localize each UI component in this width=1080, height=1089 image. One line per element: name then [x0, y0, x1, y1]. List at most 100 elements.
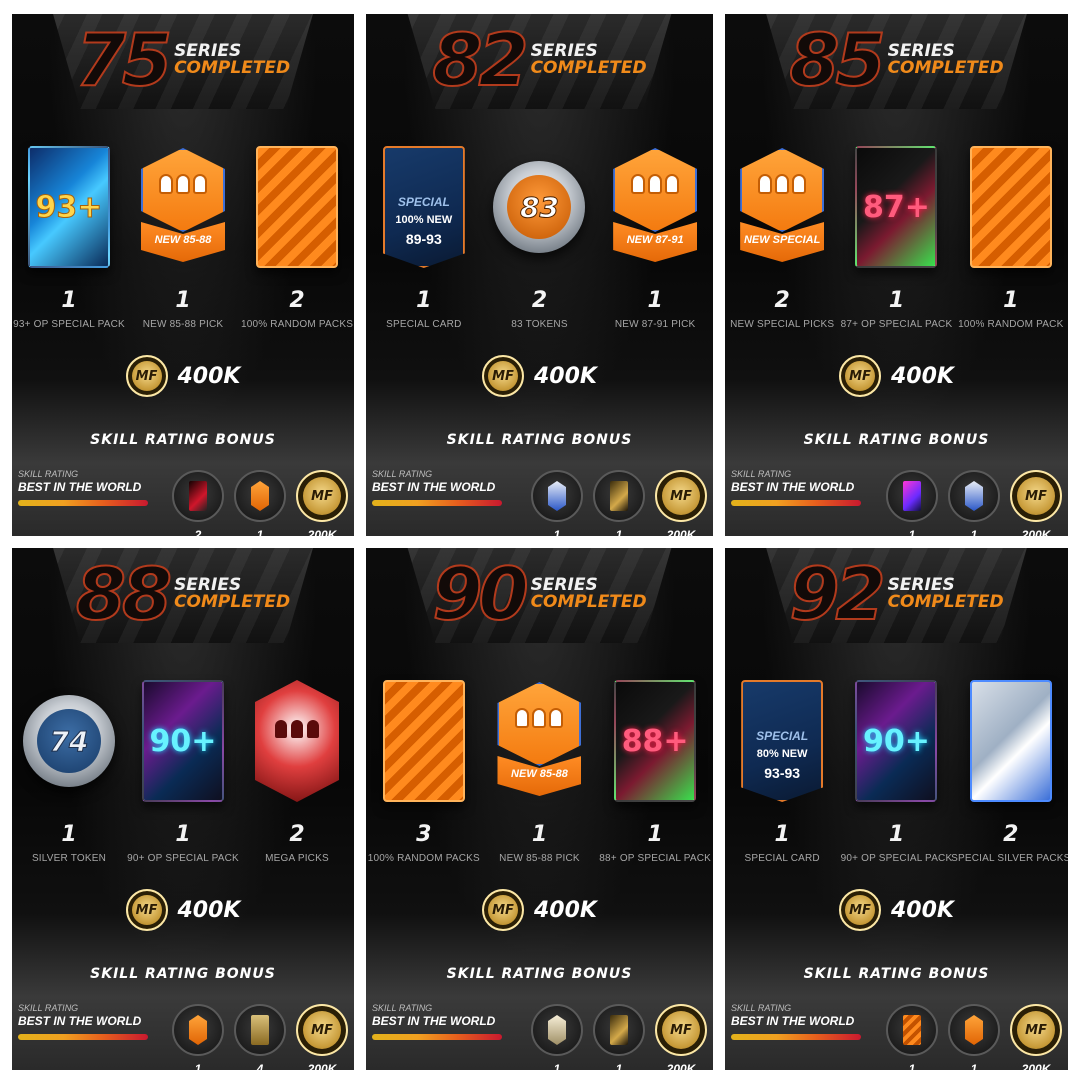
bonus-item[interactable]: 1 — [886, 1004, 938, 1070]
reward-item[interactable]: 90+ 1 90+ OP SPECIAL PACK — [127, 676, 239, 888]
op-special-pack-card: 88+ — [614, 680, 697, 802]
skill-rating-label: SKILL RATING — [372, 469, 433, 479]
skill-bonus-title: SKILL RATING BONUS — [803, 432, 990, 448]
player-pick-hexagon: NEW SPECIAL — [736, 148, 828, 266]
reward-quantity: 2 — [289, 288, 305, 313]
reward-label: 100% RANDOM PACK — [958, 319, 1064, 330]
bonus-item[interactable]: 2 — [172, 470, 224, 536]
gold-card-icon — [593, 1004, 645, 1056]
bonus-items: 1 1 MF 200K — [531, 1004, 707, 1070]
series-number: 90 — [431, 552, 529, 636]
mf-coin-icon: MF — [296, 470, 348, 522]
bonus-item[interactable]: 1 — [593, 470, 645, 536]
gold-card-icon — [593, 470, 645, 522]
reward-item[interactable]: 93+ 1 93+ OP SPECIAL PACK — [13, 142, 125, 354]
bonus-items: 1 1 MF 200K — [886, 1004, 1062, 1070]
special-silver-pack-card — [969, 680, 1052, 802]
reward-item[interactable]: NEW 87-91 1 NEW 87-91 PICK — [600, 142, 711, 354]
series-header: 85 SERIES COMPLETED — [725, 20, 1068, 100]
bonus-quantity: 1 — [553, 1062, 561, 1070]
reward-item[interactable]: 87+ 1 87+ OP SPECIAL PACK — [841, 142, 952, 354]
reward-label: NEW SPECIAL PICKS — [730, 319, 835, 330]
bonus-quantity: 1 — [908, 1062, 916, 1070]
bonus-item[interactable]: 1 — [172, 1004, 224, 1070]
rewards-row: 74 1 SILVER TOKEN 90+ 1 90+ OP SPECIAL P… — [12, 676, 354, 888]
special-card-title: SPECIAL — [756, 729, 809, 744]
bonus-item[interactable]: MF 200K — [1010, 470, 1062, 536]
reward-quantity: 3 — [416, 822, 432, 847]
reward-label: 88+ OP SPECIAL PACK — [599, 853, 712, 864]
reward-label: 90+ OP SPECIAL PACK — [127, 853, 239, 864]
reward-item[interactable]: 90+ 1 90+ OP SPECIAL PACK — [841, 676, 952, 888]
reward-label: 100% RANDOM PACKS — [367, 853, 480, 864]
reward-item[interactable]: SPECIAL 100% NEW 89-93 1 SPECIAL CARD — [368, 142, 479, 354]
mf-coin-icon: MF — [125, 889, 168, 931]
card-rating: 90+ — [149, 724, 217, 760]
reward-item[interactable]: 88+ 1 88+ OP SPECIAL PACK — [599, 676, 712, 888]
coin-amount: 400K — [534, 363, 597, 389]
silver-token-icon: 74 — [23, 695, 115, 787]
bonus-quantity: 1 — [970, 528, 978, 536]
reward-item[interactable]: 74 1 SILVER TOKEN — [14, 676, 123, 888]
bonus-items: 2 1 MF 200K — [172, 470, 348, 536]
bonus-item[interactable]: 1 — [531, 1004, 583, 1070]
reward-label: SILVER TOKEN — [31, 853, 107, 864]
reward-label: 83 TOKENS — [511, 319, 568, 330]
bonus-quantity: 200K — [1021, 528, 1051, 536]
bonus-item[interactable]: 1 — [531, 470, 583, 536]
reward-quantity: 1 — [416, 288, 432, 313]
skill-bonus-title: SKILL RATING BONUS — [803, 966, 990, 982]
bonus-item[interactable]: MF 200K — [296, 470, 348, 536]
skill-rating-value: BEST IN THE WORLD — [372, 480, 496, 494]
bonus-item[interactable]: 1 — [886, 470, 938, 536]
reward-item[interactable]: NEW SPECIAL 2 NEW SPECIAL PICKS — [727, 142, 837, 354]
series-caption: SERIES COMPLETED — [174, 43, 290, 77]
mf-coin-icon: MF — [655, 1004, 707, 1056]
bonus-item[interactable]: 1 — [593, 1004, 645, 1070]
series-caption: SERIES COMPLETED — [888, 43, 1004, 77]
reward-item[interactable]: 1 100% RANDOM PACK — [956, 142, 1066, 354]
series-header: 92 SERIES COMPLETED — [725, 554, 1068, 634]
reward-item[interactable]: 2 100% RANDOM PACKS — [241, 142, 353, 354]
coin-reward: MF 400K — [366, 886, 713, 934]
bonus-item[interactable]: MF 200K — [296, 1004, 348, 1070]
skill-rating-value: BEST IN THE WORLD — [18, 480, 142, 494]
reward-panel-88: 88 SERIES COMPLETED 74 1 SILVER TOKEN 90… — [12, 548, 354, 1070]
skill-rating-value: BEST IN THE WORLD — [18, 1014, 142, 1028]
skill-bonus-title: SKILL RATING BONUS — [90, 966, 276, 982]
bonus-item[interactable]: 4 — [234, 1004, 286, 1070]
special-card: SPECIAL 100% NEW 89-93 — [382, 146, 465, 268]
reward-item[interactable]: NEW 85-88 1 NEW 85-88 PICK — [128, 142, 237, 354]
pick-range: NEW 87-91 — [626, 234, 684, 246]
reward-item[interactable]: 83 2 83 TOKENS — [484, 142, 595, 354]
pick-range: NEW SPECIAL — [743, 234, 821, 246]
reward-panel-92: 92 SERIES COMPLETED SPECIAL 80% NEW 93-9… — [725, 548, 1068, 1070]
reward-label: NEW 85-88 PICK — [499, 853, 580, 864]
reward-label: NEW 87-91 PICK — [614, 319, 696, 330]
reward-quantity: 1 — [61, 822, 77, 847]
reward-item[interactable]: 2 SPECIAL SILVER PACKS — [951, 676, 1068, 888]
reward-label: SPECIAL CARD — [744, 853, 820, 864]
reward-item[interactable]: 2 MEGA PICKS — [242, 676, 351, 888]
rewards-row: 3 100% RANDOM PACKS NEW 85-88 1 NEW 85-8… — [366, 676, 713, 888]
card-rating: 90+ — [863, 724, 930, 760]
bonus-items: 1 1 MF 200K — [531, 470, 707, 536]
reward-item[interactable]: NEW 85-88 1 NEW 85-88 PICK — [484, 676, 595, 888]
bonus-item[interactable]: 1 — [234, 470, 286, 536]
gold-card-icon — [234, 1004, 286, 1056]
bonus-quantity: 1 — [970, 1062, 978, 1070]
series-number: 85 — [788, 18, 886, 102]
skill-rating-bar — [18, 1034, 148, 1040]
bonus-item[interactable]: MF 200K — [1010, 1004, 1062, 1070]
pick-range: NEW 85-88 — [511, 768, 568, 780]
op-special-pack-card: 90+ — [855, 680, 938, 802]
reward-item[interactable]: 3 100% RANDOM PACKS — [367, 676, 480, 888]
token-icon: 83 — [493, 161, 586, 253]
reward-item[interactable]: SPECIAL 80% NEW 93-93 1 SPECIAL CARD — [727, 676, 837, 888]
bonus-item[interactable]: MF 200K — [655, 470, 707, 536]
blue-pick-icon — [531, 470, 583, 522]
bonus-item[interactable]: MF 200K — [655, 1004, 707, 1070]
bonus-item[interactable]: 1 — [948, 470, 1000, 536]
bonus-item[interactable]: 1 — [948, 1004, 1000, 1070]
special-card-title: SPECIAL — [397, 195, 450, 210]
